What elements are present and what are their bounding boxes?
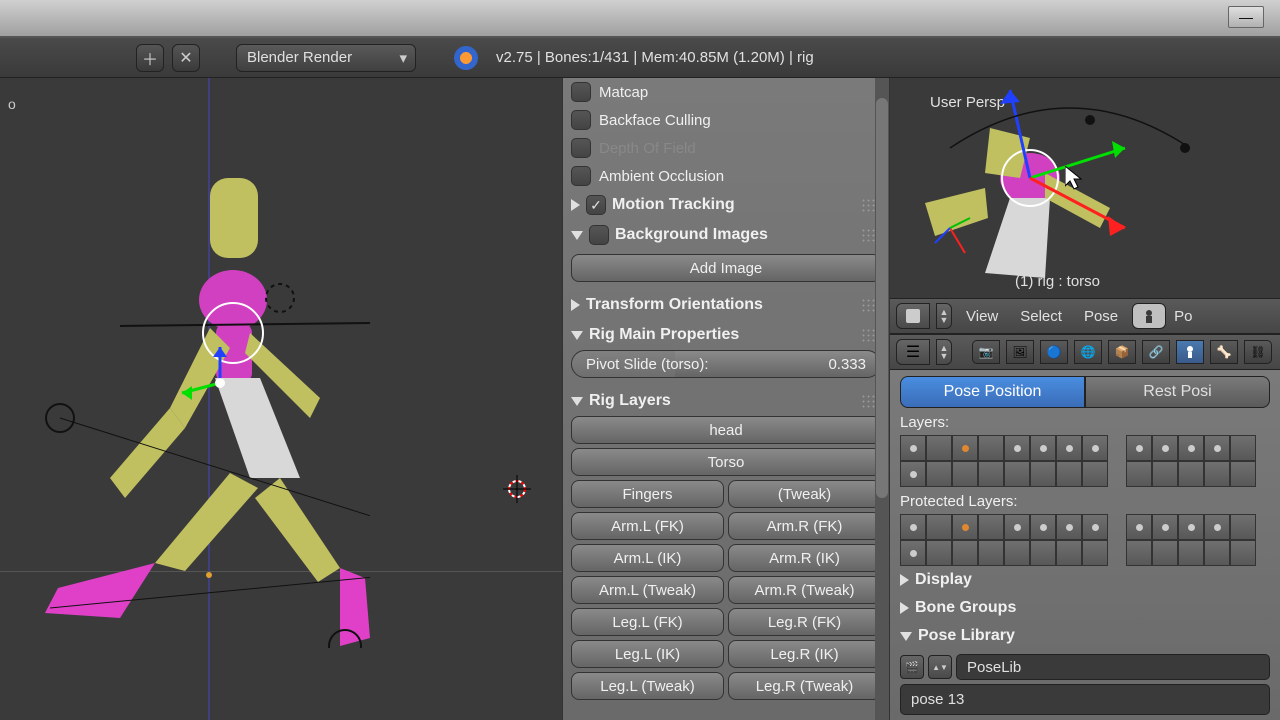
render-layers-tab-icon[interactable]: 🖼 (1006, 340, 1034, 364)
torso-layer-button[interactable]: Torso (571, 448, 881, 476)
pose-mode-dropdown[interactable]: Po (1172, 308, 1194, 325)
ao-checkbox[interactable] (571, 166, 591, 186)
editor-type-icon[interactable] (896, 303, 930, 329)
pose-library-header[interactable]: Pose Library (900, 622, 1270, 650)
rig-main-properties-header[interactable]: Rig Main Properties (571, 320, 881, 350)
panel-scrollbar[interactable] (875, 78, 889, 720)
poselib-name-field[interactable]: PoseLib (956, 654, 1270, 680)
leg-l-tweak-button[interactable]: Leg.L (Tweak) (571, 672, 724, 700)
layers-label: Layers: (900, 414, 1270, 431)
constraints-tab-icon[interactable]: 🔗 (1142, 340, 1170, 364)
3d-viewport-secondary[interactable]: User Persp (890, 78, 1280, 298)
backface-label: Backface Culling (599, 112, 711, 129)
arm-l-ik-button[interactable]: Arm.L (IK) (571, 544, 724, 572)
render-engine-dropdown[interactable]: Blender Render (236, 44, 416, 72)
pose-mode-icon[interactable] (1132, 303, 1166, 329)
arm-r-fk-button[interactable]: Arm.R (FK) (728, 512, 881, 540)
dof-checkbox[interactable] (571, 138, 591, 158)
pose-position-button[interactable]: Pose Position (900, 376, 1085, 408)
active-object-label: (1) rig : torso (1015, 273, 1100, 290)
protected-layers-label: Protected Layers: (900, 493, 1270, 510)
n-panel: Matcap Backface Culling Depth Of Field A… (562, 78, 890, 720)
transform-manipulator[interactable] (180, 343, 260, 428)
bg-images-checkbox[interactable] (589, 225, 609, 245)
add-image-button[interactable]: Add Image (571, 254, 881, 282)
world-tab-icon[interactable]: 🌐 (1074, 340, 1102, 364)
arm-r-ik-button[interactable]: Arm.R (IK) (728, 544, 881, 572)
status-text: v2.75 | Bones:1/431 | Mem:40.85M (1.20M)… (496, 49, 814, 66)
dof-label: Depth Of Field (599, 140, 696, 157)
matcap-checkbox[interactable] (571, 82, 591, 102)
bone-groups-header[interactable]: Bone Groups (900, 594, 1270, 622)
fingers-tweak-button[interactable]: (Tweak) (728, 480, 881, 508)
display-panel-header[interactable]: Display (900, 566, 1270, 594)
viewport-label: o (8, 96, 16, 112)
arm-l-tweak-button[interactable]: Arm.L (Tweak) (571, 576, 724, 604)
matcap-label: Matcap (599, 84, 648, 101)
add-screen-icon[interactable]: ＋ (136, 44, 164, 72)
pose-list[interactable]: pose 13 (900, 684, 1270, 715)
transform-orientations-header[interactable]: Transform Orientations (571, 290, 881, 320)
render-tab-icon[interactable]: 📷 (972, 340, 1000, 364)
3d-cursor-icon (502, 474, 532, 504)
leg-r-tweak-button[interactable]: Leg.R (Tweak) (728, 672, 881, 700)
action-browse-icon[interactable]: 🎬 (900, 655, 924, 679)
right-column: User Persp (890, 78, 1280, 720)
blender-logo-icon (454, 46, 478, 70)
scene-tab-icon[interactable]: 🔵 (1040, 340, 1068, 364)
delete-screen-icon[interactable]: ✕ (172, 44, 200, 72)
properties-editor-dropdown[interactable]: ▲▼ (936, 339, 952, 365)
protected-layers-grid[interactable] (900, 514, 1270, 566)
backface-checkbox[interactable] (571, 110, 591, 130)
head-layer-button[interactable]: head (571, 416, 881, 444)
bone-constraints-tab-icon[interactable]: ⛓ (1244, 340, 1272, 364)
window-titlebar: — (0, 0, 1280, 38)
armature-tab-icon[interactable] (1176, 340, 1204, 364)
motion-tracking-checkbox[interactable] (586, 195, 606, 215)
select-menu[interactable]: Select (1012, 308, 1070, 325)
object-tab-icon[interactable]: 📦 (1108, 340, 1136, 364)
properties-header: ☰ ▲▼ 📷 🖼 🔵 🌐 📦 🔗 🦴 ⛓ (890, 334, 1280, 370)
armature-properties: Pose Position Rest Posi Layers: Protecte… (890, 370, 1280, 720)
arm-r-tweak-button[interactable]: Arm.R (Tweak) (728, 576, 881, 604)
armature-layers-grid[interactable] (900, 435, 1270, 487)
ao-label: Ambient Occlusion (599, 168, 724, 185)
properties-editor-icon[interactable]: ☰ (896, 339, 930, 365)
bone-tab-icon[interactable]: 🦴 (1210, 340, 1238, 364)
mouse-cursor-icon (1065, 166, 1087, 197)
3d-viewport-main[interactable]: o (0, 78, 562, 720)
motion-tracking-header[interactable]: Motion Tracking (571, 190, 881, 220)
rest-position-button[interactable]: Rest Posi (1085, 376, 1270, 408)
window-minimize-button[interactable]: — (1228, 6, 1264, 28)
pivot-slide-slider[interactable]: Pivot Slide (torso):0.333 (571, 350, 881, 378)
bg-images-header[interactable]: Background Images (571, 220, 881, 250)
view-menu[interactable]: View (958, 308, 1006, 325)
leg-l-ik-button[interactable]: Leg.L (IK) (571, 640, 724, 668)
viewport-header: ▲▼ View Select Pose Po (890, 298, 1280, 334)
info-header: ＋ ✕ Blender Render v2.75 | Bones:1/431 |… (0, 38, 1280, 78)
action-browse-dropdown[interactable]: ▲▼ (928, 655, 952, 679)
leg-r-fk-button[interactable]: Leg.R (FK) (728, 608, 881, 636)
arm-l-fk-button[interactable]: Arm.L (FK) (571, 512, 724, 540)
leg-l-fk-button[interactable]: Leg.L (FK) (571, 608, 724, 636)
pose-list-item: pose 13 (911, 691, 964, 708)
fingers-layer-button[interactable]: Fingers (571, 480, 724, 508)
origin-dot-icon (206, 572, 212, 578)
editor-type-dropdown[interactable]: ▲▼ (936, 303, 952, 329)
pose-menu[interactable]: Pose (1076, 308, 1126, 325)
rig-layers-header[interactable]: Rig Layers (571, 386, 881, 416)
leg-r-ik-button[interactable]: Leg.R (IK) (728, 640, 881, 668)
